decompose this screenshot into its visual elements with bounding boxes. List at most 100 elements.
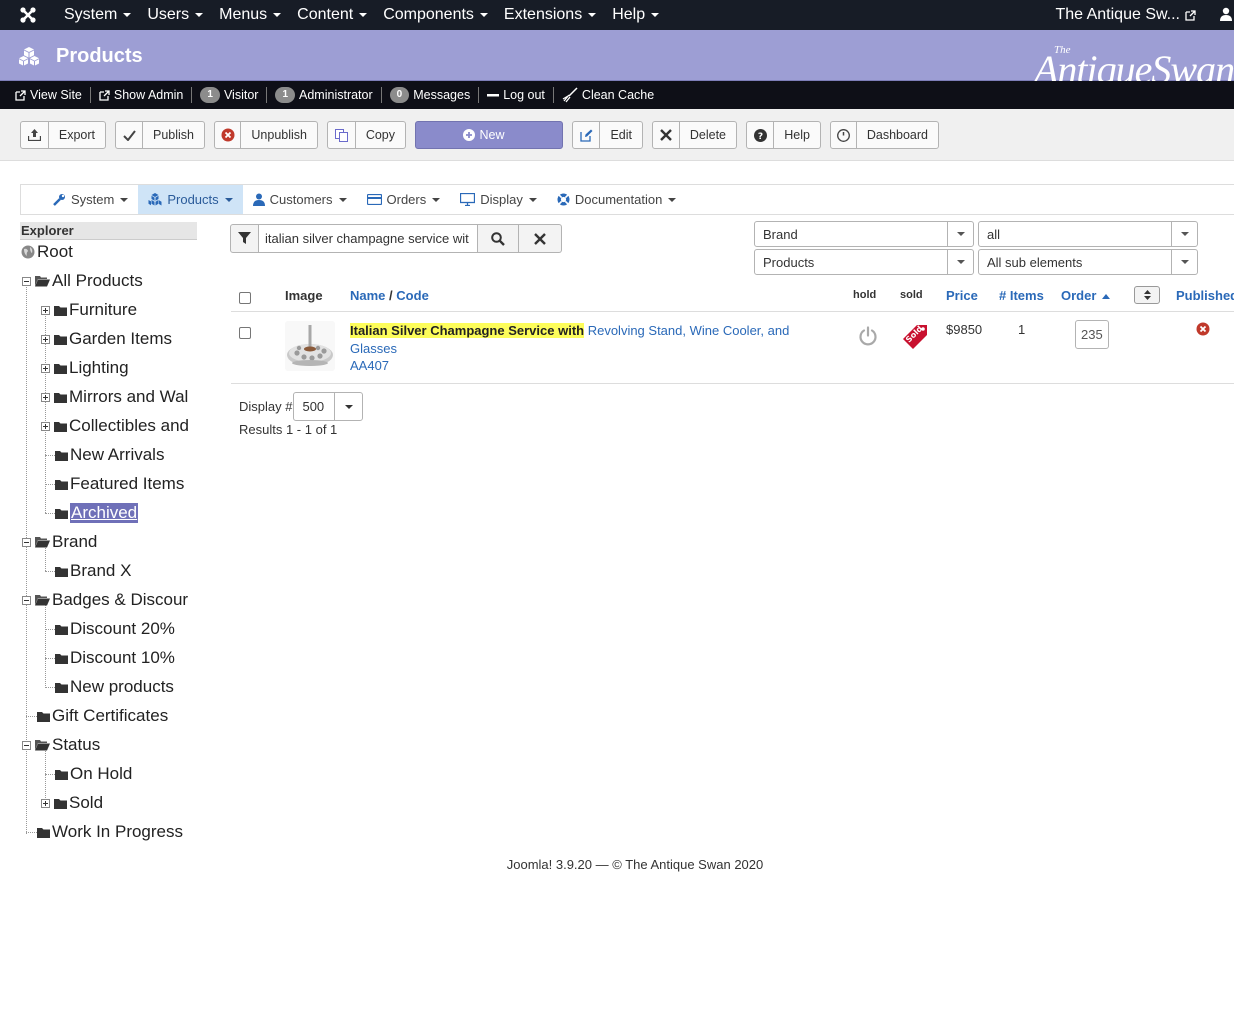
- row-checkbox[interactable]: [239, 327, 251, 339]
- expand-toggle-icon[interactable]: [41, 798, 50, 808]
- globe-icon: [21, 245, 35, 259]
- logout-link[interactable]: Log out: [479, 87, 554, 103]
- menu-components[interactable]: Components: [375, 0, 496, 30]
- save-order-button[interactable]: [1134, 286, 1160, 304]
- menu-content[interactable]: Content: [289, 0, 375, 30]
- show-admin-link[interactable]: Show Admin: [91, 87, 193, 103]
- clean-cache-link[interactable]: Clean Cache: [554, 87, 662, 103]
- publish-button[interactable]: Publish: [115, 121, 205, 149]
- expand-toggle-icon[interactable]: [41, 421, 50, 431]
- clear-search-button[interactable]: [519, 224, 562, 253]
- visitor-count[interactable]: 1 Visitor: [192, 87, 268, 103]
- help-button[interactable]: ? Help: [746, 121, 821, 149]
- product-name-link[interactable]: Italian Silver Champagne Service with Re…: [350, 322, 800, 358]
- copy-button[interactable]: Copy: [327, 121, 406, 149]
- sold-tag-icon[interactable]: Sold: [901, 321, 931, 354]
- subnav-system[interactable]: System: [43, 185, 138, 214]
- messages-link[interactable]: 0 Messages: [382, 87, 480, 103]
- expand-toggle-icon[interactable]: [41, 334, 50, 344]
- tree-connector: [45, 600, 46, 688]
- collapse-toggle-icon[interactable]: [22, 276, 31, 286]
- search-input[interactable]: [259, 224, 478, 253]
- expand-toggle-icon[interactable]: [41, 305, 50, 315]
- brand-filter-select[interactable]: Brand: [754, 221, 974, 247]
- tree-node-brand-x[interactable]: Brand X: [55, 560, 131, 582]
- tree-node-root[interactable]: Root: [21, 241, 73, 263]
- unpublished-status-icon[interactable]: [1196, 322, 1210, 339]
- tree-node-furniture[interactable]: Furniture: [41, 299, 137, 321]
- search-button[interactable]: [478, 224, 519, 253]
- expand-toggle-icon[interactable]: [41, 363, 50, 373]
- tree-node-discount-20[interactable]: Discount 20%: [55, 618, 175, 640]
- sub-elements-filter-select[interactable]: All sub elements: [978, 249, 1198, 275]
- edit-button[interactable]: Edit: [572, 121, 643, 149]
- sort-by-name-link[interactable]: Name: [350, 288, 385, 303]
- chevron-down-icon: [338, 197, 347, 202]
- collapse-toggle-icon[interactable]: [22, 595, 31, 605]
- subnav-documentation[interactable]: Documentation: [547, 185, 686, 214]
- sort-by-code-link[interactable]: Code: [396, 288, 429, 303]
- product-thumbnail[interactable]: [285, 321, 335, 371]
- subnav-display[interactable]: Display: [450, 185, 547, 214]
- tree-node-featured-items[interactable]: Featured Items: [55, 473, 184, 495]
- sort-by-published-link[interactable]: Published: [1176, 288, 1234, 303]
- tree-node-work-in-progress[interactable]: Work In Progress: [37, 821, 183, 843]
- tree-node-badges-discounts[interactable]: Badges & Discour: [22, 589, 188, 611]
- sort-by-price-link[interactable]: Price: [946, 288, 978, 303]
- subnav-orders[interactable]: Orders: [357, 185, 451, 214]
- dashboard-button[interactable]: Dashboard: [830, 121, 939, 149]
- tree-node-new-products[interactable]: New products: [55, 676, 174, 698]
- tree-node-sold[interactable]: Sold: [41, 792, 103, 814]
- delete-button[interactable]: Delete: [652, 121, 737, 149]
- admin-count[interactable]: 1 Administrator: [267, 87, 382, 103]
- chevron-down-icon: [651, 13, 660, 17]
- tree-node-garden-items[interactable]: Garden Items: [41, 328, 172, 350]
- tree-node-gift-certificates[interactable]: Gift Certificates: [37, 705, 168, 727]
- search-bar: [230, 224, 562, 253]
- sort-by-order-link[interactable]: Order: [1061, 288, 1111, 303]
- check-icon: [116, 122, 143, 148]
- subnav-products[interactable]: Products: [138, 185, 243, 214]
- tree-node-archived[interactable]: Archived: [55, 502, 139, 524]
- menu-menus[interactable]: Menus: [211, 0, 289, 30]
- order-input[interactable]: [1075, 320, 1109, 349]
- menu-help[interactable]: Help: [604, 0, 667, 30]
- tree-node-all-products[interactable]: All Products: [22, 270, 143, 292]
- minus-icon: [487, 94, 500, 97]
- tree-node-on-hold[interactable]: On Hold: [55, 763, 132, 785]
- sort-by-items-link[interactable]: # Items: [999, 288, 1044, 303]
- col-sold: sold: [900, 289, 923, 301]
- subnav-customers[interactable]: Customers: [243, 185, 357, 214]
- menu-extensions[interactable]: Extensions: [496, 0, 604, 30]
- hold-toggle-power-icon[interactable]: [858, 326, 878, 349]
- menu-users[interactable]: Users: [139, 0, 211, 30]
- expand-toggle-icon[interactable]: [41, 392, 50, 402]
- external-link-icon: [1185, 9, 1196, 21]
- tree-node-brand[interactable]: Brand: [22, 531, 97, 553]
- new-button[interactable]: New: [415, 121, 563, 149]
- lifebuoy-icon: [557, 193, 570, 206]
- product-code-link[interactable]: AA407: [350, 358, 389, 373]
- tree-node-new-arrivals[interactable]: New Arrivals: [55, 444, 164, 466]
- joomla-logo-icon[interactable]: [0, 0, 56, 30]
- display-limit-select[interactable]: 500: [293, 392, 364, 421]
- collapse-toggle-icon[interactable]: [22, 740, 31, 750]
- select-all-checkbox[interactable]: [239, 292, 251, 304]
- filter-toggle-button[interactable]: [230, 224, 259, 253]
- view-site-link[interactable]: View Site: [0, 87, 91, 103]
- status-filter-select[interactable]: all: [978, 221, 1198, 247]
- tree-node-status[interactable]: Status: [22, 734, 100, 756]
- user-icon[interactable]: [1220, 7, 1232, 24]
- menu-system[interactable]: System: [56, 0, 139, 30]
- folder-icon: [55, 682, 68, 693]
- sort-asc-icon: [1102, 293, 1111, 299]
- export-button[interactable]: Export: [20, 121, 106, 149]
- collapse-toggle-icon[interactable]: [22, 537, 31, 547]
- site-name-link[interactable]: The Antique Sw...: [1055, 0, 1196, 30]
- type-filter-select[interactable]: Products: [754, 249, 974, 275]
- tree-node-lighting[interactable]: Lighting: [41, 357, 129, 379]
- tree-node-collectibles[interactable]: Collectibles and: [41, 415, 189, 437]
- unpublish-button[interactable]: Unpublish: [214, 121, 318, 149]
- tree-node-discount-10[interactable]: Discount 10%: [55, 647, 175, 669]
- tree-node-mirrors-and-wall[interactable]: Mirrors and Wal: [41, 386, 188, 408]
